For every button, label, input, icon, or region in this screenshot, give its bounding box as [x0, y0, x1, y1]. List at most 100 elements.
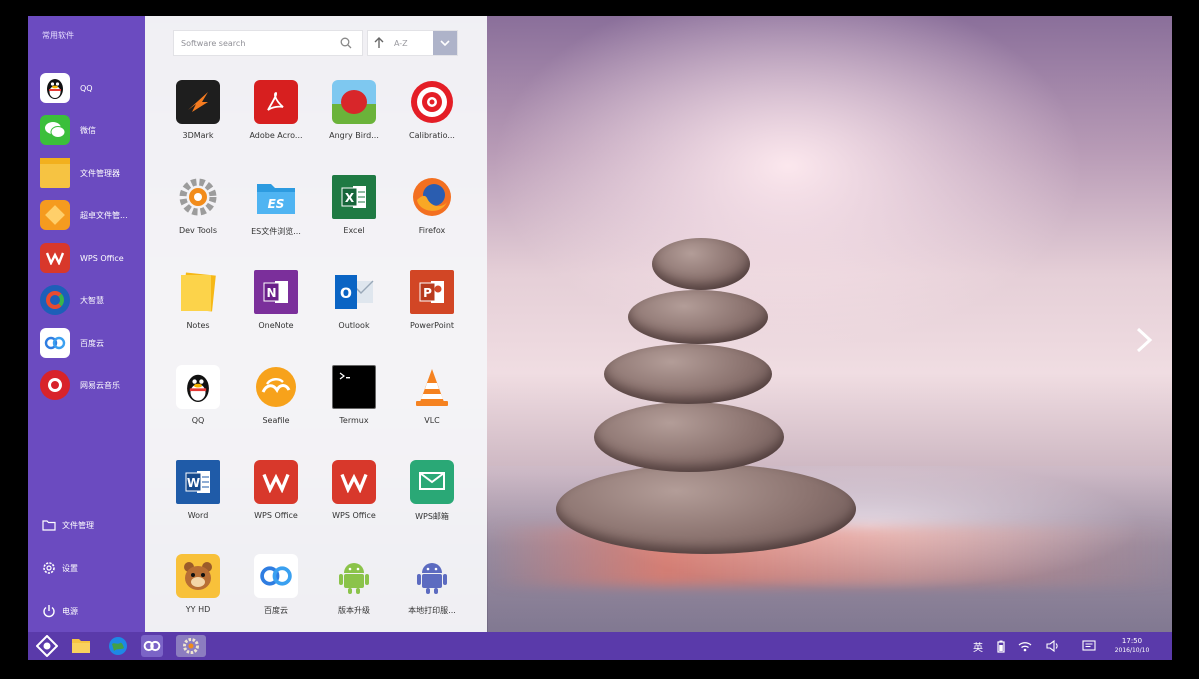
browser-globe-icon[interactable] — [107, 635, 129, 657]
favorite-item-qq[interactable]: QQ — [40, 71, 145, 105]
vlc-cone-icon — [410, 365, 454, 409]
file-manager-orange-icon — [40, 200, 70, 230]
app-qq[interactable]: QQ — [159, 365, 237, 445]
favorite-item-file-manager[interactable]: 文件管理器 — [40, 156, 145, 190]
chevron-down-icon — [440, 40, 450, 47]
app-label: QQ — [191, 416, 205, 425]
power-icon — [43, 605, 55, 618]
app-angry-birds[interactable]: Angry Bird... — [315, 80, 393, 160]
sys-item-power[interactable]: 电源 — [42, 602, 78, 620]
app-label: 3DMark — [182, 131, 214, 140]
sort-selector[interactable]: A-Z — [367, 30, 458, 56]
settings-gear-icon[interactable] — [176, 635, 206, 657]
app-3dmark[interactable]: 3DMark — [159, 80, 237, 160]
favorite-item-wechat[interactable]: 微信 — [40, 113, 145, 147]
app-label: VLC — [424, 416, 440, 425]
app-termux[interactable]: Termux — [315, 365, 393, 445]
app-seafile[interactable]: Seafile — [237, 365, 315, 445]
start-icon[interactable] — [36, 635, 58, 657]
android-update-icon — [332, 554, 376, 598]
app-es-file-explorer[interactable]: ES ES文件浏览... — [237, 175, 315, 255]
app-label: Adobe Acro... — [249, 131, 303, 140]
favorite-item-baidu-cloud[interactable]: 百度云 — [40, 326, 145, 360]
app-word[interactable]: W Word — [159, 460, 237, 540]
gear-icon — [43, 562, 55, 574]
search-box — [173, 30, 363, 56]
baidu-cloud-icon[interactable] — [141, 635, 163, 657]
clock[interactable]: 17:50 2016/10/10 — [1104, 637, 1160, 655]
sys-item-file-manage[interactable]: 文件管理 — [42, 516, 94, 534]
folder-outline-icon — [42, 520, 56, 531]
clock-date: 2016/10/10 — [1114, 647, 1150, 654]
app-version-upgrade[interactable]: 版本升级 — [315, 554, 393, 634]
adobe-acrobat-icon — [254, 80, 298, 124]
app-label: 版本升级 — [338, 606, 370, 615]
favorite-label: 文件管理器 — [80, 168, 120, 178]
sys-item-settings[interactable]: 设置 — [42, 559, 78, 577]
svg-text:W: W — [187, 476, 200, 490]
app-label: WPS邮箱 — [415, 512, 449, 521]
app-label: YY HD — [185, 605, 211, 614]
app-vlc[interactable]: VLC — [393, 365, 471, 445]
app-local-print-service[interactable]: 本地打印服... — [393, 554, 471, 634]
app-dev-tools[interactable]: Dev Tools — [159, 175, 237, 255]
app-label: Notes — [186, 321, 210, 330]
chevron-right-icon[interactable] — [1132, 326, 1156, 354]
wps-mail-icon — [410, 460, 454, 504]
wps-icon — [40, 243, 70, 273]
app-wps-mail[interactable]: WPS邮箱 — [393, 460, 471, 540]
dazhihui-icon — [40, 285, 70, 315]
seafile-icon — [254, 365, 298, 409]
search-icon[interactable] — [340, 37, 352, 49]
wallpaper-stone — [652, 238, 750, 290]
favorite-label: 百度云 — [80, 338, 104, 348]
app-label: Angry Bird... — [329, 131, 379, 140]
app-label: 本地打印服... — [408, 606, 456, 615]
arrow-up-icon[interactable] — [374, 37, 384, 49]
outlook-icon: O — [332, 270, 376, 314]
3dmark-icon — [176, 80, 220, 124]
app-baidu-cloud[interactable]: 百度云 — [237, 554, 315, 634]
sort-dropdown-button[interactable] — [433, 31, 457, 55]
app-calibration[interactable]: Calibratio... — [393, 80, 471, 160]
search-input[interactable] — [174, 32, 334, 54]
favorite-item-file-manager-2[interactable]: 超卓文件管... — [40, 198, 145, 232]
ime-indicator[interactable]: 英 — [970, 638, 986, 654]
app-excel[interactable]: X Excel — [315, 175, 393, 255]
android-print-icon — [410, 554, 454, 598]
app-label: Dev Tools — [178, 226, 218, 235]
baidu-cloud-icon — [40, 328, 70, 358]
dev-tools-gear-icon — [176, 175, 220, 219]
target-icon — [410, 80, 454, 124]
battery-icon[interactable] — [994, 638, 1008, 654]
app-label: ES文件浏览... — [251, 227, 301, 236]
favorite-label: 微信 — [80, 125, 96, 135]
app-onenote[interactable]: N OneNote — [237, 270, 315, 350]
volume-icon[interactable] — [1044, 638, 1062, 654]
app-wps-office-pro[interactable]: WPS Office — [315, 460, 393, 540]
powerpoint-icon: P — [410, 270, 454, 314]
svg-text:N: N — [266, 286, 276, 300]
app-firefox[interactable]: Firefox — [393, 175, 471, 255]
app-wps-office[interactable]: WPS Office — [237, 460, 315, 540]
app-adobe-acrobat[interactable]: Adobe Acro... — [237, 80, 315, 160]
app-label: Outlook — [338, 321, 370, 330]
wifi-icon[interactable] — [1016, 638, 1034, 654]
clock-time: 17:50 — [1121, 637, 1143, 645]
favorite-item-netease-music[interactable]: 网易云音乐 — [40, 368, 145, 402]
notification-icon[interactable] — [1080, 638, 1098, 654]
netease-music-icon — [40, 370, 70, 400]
svg-text:P: P — [423, 286, 432, 300]
svg-text:X: X — [345, 191, 355, 205]
app-yy-hd[interactable]: YY HD — [159, 554, 237, 634]
folder-icon[interactable] — [70, 635, 92, 657]
app-notes[interactable]: Notes — [159, 270, 237, 350]
wps-icon — [254, 460, 298, 504]
app-outlook[interactable]: O Outlook — [315, 270, 393, 350]
favorite-item-wps[interactable]: WPS Office — [40, 241, 145, 275]
qq-penguin-icon — [176, 365, 220, 409]
favorite-item-dazhihui[interactable]: 大智慧 — [40, 283, 145, 317]
notes-icon — [176, 270, 220, 314]
app-powerpoint[interactable]: P PowerPoint — [393, 270, 471, 350]
wps-pro-icon — [332, 460, 376, 504]
